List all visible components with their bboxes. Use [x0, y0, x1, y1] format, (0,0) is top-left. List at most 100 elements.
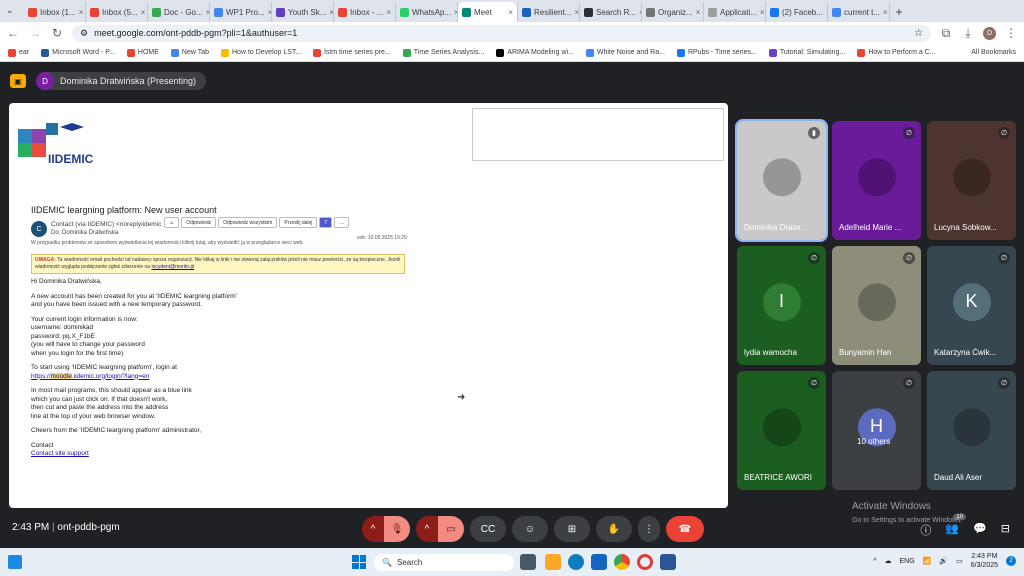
back-icon[interactable]: ← — [6, 26, 20, 40]
tab-close-icon[interactable]: × — [508, 8, 513, 17]
participant-tile[interactable]: K ∅ Katarzyna Ćwik... — [927, 246, 1016, 365]
participant-tile[interactable]: ∅ Daud Ali Aser — [927, 371, 1016, 490]
forward-button[interactable]: Prześlij dalej — [279, 217, 318, 228]
bookmark-item[interactable]: Tutorial: Simulating... — [768, 48, 845, 57]
emoji-reactions-button[interactable]: ☺ — [512, 516, 548, 542]
raise-hand-button[interactable]: ✋ — [596, 516, 632, 542]
tab-8[interactable]: Resilient... × — [518, 2, 580, 22]
volume-icon[interactable]: 🔊 — [939, 557, 948, 565]
bookmark-item[interactable]: How to Develop LST... — [221, 48, 301, 57]
extensions-icon[interactable]: ⧉ — [939, 26, 953, 41]
participant-tile[interactable]: ▮ Dominika Dratw... — [735, 119, 828, 242]
file-explorer-icon[interactable] — [545, 554, 561, 570]
onedrive-icon[interactable]: ☁ — [885, 557, 892, 565]
tab-close-icon[interactable]: × — [141, 8, 146, 17]
mic-off-button[interactable]: 🎙 — [384, 516, 410, 542]
participant-tile[interactable]: H ∅ 10 others — [832, 371, 921, 490]
task-view-icon[interactable] — [520, 554, 536, 570]
system-clock[interactable]: 2:43 PM 6/3/2025 — [971, 552, 998, 570]
tab-label: Youth Sk... — [288, 7, 327, 17]
reply-all-button[interactable]: Odpowiedz wszystkim — [218, 217, 278, 228]
menu-icon[interactable]: ⋮ — [1004, 26, 1018, 40]
teams-icon[interactable]: T — [319, 217, 333, 228]
notification-icon[interactable]: 2 — [1006, 556, 1016, 566]
tab-11[interactable]: Applicati... × — [704, 2, 766, 22]
activities-icon[interactable]: ⊟ — [1001, 522, 1010, 538]
bookmark-item[interactable]: RPubs - Time series... — [676, 48, 757, 57]
edge-icon[interactable] — [568, 554, 584, 570]
reload-icon[interactable]: ↻ — [50, 26, 64, 40]
tab-close-icon[interactable]: × — [696, 8, 701, 17]
tab-close-icon[interactable]: × — [386, 8, 391, 17]
windows-start-icon[interactable] — [352, 555, 366, 569]
reply-button[interactable]: Odpowiedz — [181, 217, 217, 228]
leave-call-button[interactable]: ☎ — [666, 516, 704, 542]
camera-options-chevron[interactable]: ^ — [416, 516, 438, 542]
chrome-icon[interactable] — [614, 554, 630, 570]
bookmark-item[interactable]: lstm time series pre... — [313, 48, 391, 57]
captions-button[interactable]: CC — [470, 516, 506, 542]
tab-13[interactable]: current t... × — [828, 2, 890, 22]
address-bar[interactable]: ⚙ meet.google.com/ont-pddb-pgm?pli=1&aut… — [72, 24, 931, 42]
bookmark-item[interactable]: Microsoft Word - P... — [41, 48, 115, 57]
broken-image-placeholder — [472, 108, 724, 161]
participant-tile[interactable]: ∅ Bunyamin Han — [832, 246, 921, 365]
tab-close-icon[interactable]: × — [574, 8, 579, 17]
bookmark-item[interactable]: White Noise and Ra... — [585, 48, 665, 57]
participant-name: lydia wamocha — [744, 348, 797, 357]
tab-7[interactable]: Meet × — [458, 2, 518, 22]
all-bookmarks-button[interactable]: All Bookmarks — [971, 49, 1016, 56]
taskbar-search[interactable]: 🔍 Search — [374, 554, 514, 571]
bookmark-item[interactable]: ear — [8, 48, 29, 57]
tab-2[interactable]: Doc - Go... × — [148, 2, 210, 22]
presentation-icon[interactable]: ▣ — [10, 74, 26, 88]
word-icon[interactable] — [660, 554, 676, 570]
battery-icon[interactable]: ▭ — [956, 557, 963, 565]
mic-options-chevron[interactable]: ^ — [362, 516, 384, 542]
contact-support-link[interactable]: Contact site support — [31, 450, 89, 457]
present-screen-button[interactable]: ⊞ — [554, 516, 590, 542]
wifi-icon[interactable]: 📶 — [923, 557, 932, 565]
moodle-login-link[interactable]: https://moodle.iidemic.org/login/?lang=e… — [31, 372, 149, 380]
bookmark-item[interactable]: Time Series Analysis... — [402, 48, 484, 57]
tab-10[interactable]: Organiz... × — [642, 2, 704, 22]
tab-0[interactable]: Inbox (1... × — [24, 2, 86, 22]
opera-icon[interactable] — [637, 554, 653, 570]
site-info-icon[interactable]: ⚙ — [80, 28, 88, 39]
bookmark-star-icon[interactable]: ☆ — [914, 28, 923, 39]
tab-close-icon[interactable]: × — [79, 8, 84, 17]
participant-tile[interactable]: ∅ BEATRICE AWORI — [737, 371, 826, 490]
tab-close-icon[interactable]: × — [883, 8, 888, 17]
more-actions-button[interactable]: … — [334, 217, 350, 228]
tab-5[interactable]: Inbox - ... × — [334, 2, 396, 22]
tab-9[interactable]: Search R...× — [580, 2, 642, 22]
widgets-icon[interactable] — [8, 555, 22, 569]
participant-tile[interactable]: ∅ Adelheid Marie ... — [832, 121, 921, 240]
language-indicator[interactable]: ENG — [900, 558, 915, 565]
store-icon[interactable] — [591, 554, 607, 570]
tab-search-icon[interactable]: ⌄ — [6, 5, 14, 16]
tab-6[interactable]: WhatsAp...× — [396, 2, 458, 22]
camera-off-button[interactable]: ▭ — [438, 516, 464, 542]
forward-icon[interactable]: → — [28, 26, 42, 40]
more-options-button[interactable]: ⋮ — [638, 516, 660, 542]
new-tab-button[interactable]: + — [890, 2, 908, 22]
tab-close-icon[interactable]: × — [760, 8, 765, 17]
bookmark-item[interactable]: New Tab — [170, 48, 209, 57]
tab-3[interactable]: WP1 Pro... × — [210, 2, 272, 22]
bookmark-item[interactable]: HOME — [126, 48, 159, 57]
tab-4[interactable]: Youth Sk... × — [272, 2, 334, 22]
bookmark-item[interactable]: ARIMA Modeling wi... — [496, 48, 574, 57]
chat-icon[interactable]: 💬 — [973, 522, 987, 538]
bookmark-item[interactable]: How to Perform a C... — [857, 48, 936, 57]
warning-link[interactable]: incydent@merito.pl — [151, 264, 194, 270]
tab-1[interactable]: Inbox (5... × — [86, 2, 148, 22]
display-note[interactable]: W przypadku problemów ze sposobem wyświe… — [31, 240, 411, 246]
emoji-react-button[interactable]: ☺ — [164, 217, 180, 228]
participant-tile[interactable]: ∅ Lucyna Sobkow... — [927, 121, 1016, 240]
tab-12[interactable]: (2) Faceb...× — [766, 2, 828, 22]
participant-tile[interactable]: I ∅ lydia wamocha — [737, 246, 826, 365]
profile-avatar[interactable]: D — [983, 26, 996, 40]
download-icon[interactable]: ⤓ — [961, 26, 975, 41]
chevron-up-icon[interactable]: ^ — [873, 558, 876, 565]
